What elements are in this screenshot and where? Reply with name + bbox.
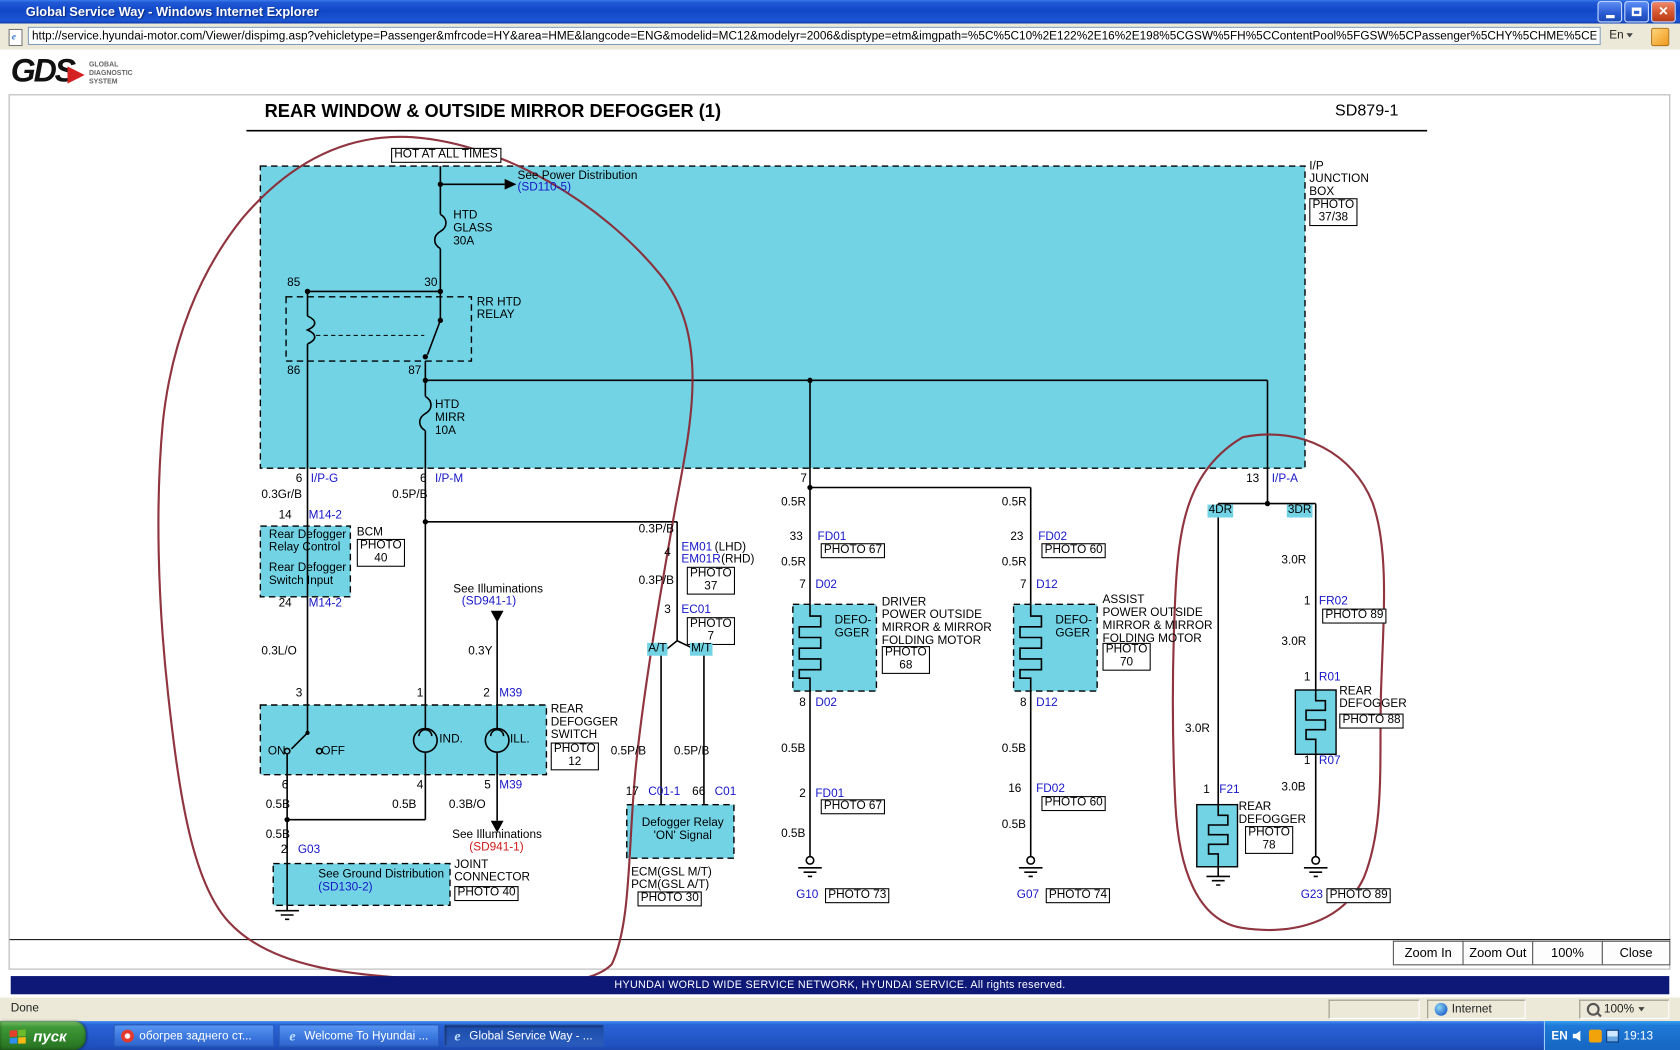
gds-tagline: GLOBAL DIAGNOSTIC SYSTEM: [88, 61, 133, 86]
taskbar-task-welcome[interactable]: Welcome To Hyundai ...: [278, 1024, 440, 1047]
magnifier-icon: [1586, 1002, 1600, 1016]
language-indicator[interactable]: EN: [1551, 1029, 1567, 1042]
window-titlebar: Global Service Way - Windows Internet Ex…: [0, 0, 1680, 24]
taskbar-task-opera[interactable]: обогрев заднего ст...: [113, 1024, 275, 1047]
taskbar: пуск обогрев заднего ст... Welcome To Hy…: [0, 1021, 1680, 1050]
maximize-button[interactable]: [1624, 1, 1649, 23]
zone-label: Internet: [1451, 1002, 1492, 1016]
address-input[interactable]: [27, 26, 1601, 46]
task-label: Global Service Way - ...: [469, 1029, 593, 1042]
chevron-down-icon: [1626, 33, 1634, 38]
page-zoom-control[interactable]: 100%: [1579, 999, 1670, 1019]
zoom-level-button[interactable]: 100%: [1532, 940, 1603, 966]
task-label: обогрев заднего ст...: [139, 1029, 252, 1042]
start-button[interactable]: пуск: [0, 1021, 86, 1050]
status-panel-blank: [1328, 999, 1420, 1019]
footer-banner: HYUNDAI WORLD WIDE SERVICE NETWORK, HYUN…: [10, 976, 1670, 995]
logo-band: GDS GLOBAL DIAGNOSTIC SYSTEM: [0, 49, 1680, 95]
zoom-in-button[interactable]: Zoom In: [1392, 940, 1464, 966]
system-tray: EN 19:13: [1543, 1021, 1680, 1050]
security-zone-panel: Internet: [1427, 999, 1526, 1019]
opera-icon: [121, 1029, 134, 1042]
window-title: Global Service Way - Windows Internet Ex…: [25, 4, 319, 20]
page-favicon-icon: [8, 28, 23, 47]
status-text: Done: [10, 1001, 39, 1015]
links-label: En: [1609, 28, 1624, 42]
shield-icon[interactable]: [1589, 1029, 1603, 1042]
close-button[interactable]: [1651, 1, 1676, 23]
address-bar: En: [0, 23, 1680, 51]
start-label: пуск: [33, 1026, 67, 1045]
network-icon[interactable]: [1606, 1029, 1620, 1042]
gds-logo-text: GDS: [10, 53, 76, 89]
taskbar-task-gsw-active[interactable]: Global Service Way - ...: [443, 1024, 605, 1047]
globe-icon: [1434, 1002, 1448, 1016]
links-dropdown[interactable]: En: [1609, 28, 1634, 42]
address-toolbar-icon[interactable]: [1651, 27, 1670, 47]
viewer-content-frame: [8, 94, 1671, 970]
screen: Global Service Way - Windows Internet Ex…: [0, 0, 1680, 1050]
task-label: Welcome To Hyundai ...: [304, 1029, 429, 1042]
clock[interactable]: 19:13: [1624, 1029, 1653, 1042]
windows-flag-icon: [9, 1029, 26, 1044]
minimize-button[interactable]: [1597, 1, 1623, 23]
zoom-out-button[interactable]: Zoom Out: [1462, 940, 1534, 966]
zoom-value: 100%: [1603, 1002, 1635, 1016]
ie-icon: [286, 1027, 299, 1044]
volume-icon[interactable]: [1572, 1029, 1585, 1042]
gds-logo: GDS GLOBAL DIAGNOSTIC SYSTEM: [11, 54, 133, 90]
chevron-down-icon: [1638, 1007, 1645, 1012]
status-bar: Done Internet 100%: [0, 996, 1680, 1023]
gds-arrow-icon: [67, 66, 85, 84]
close-viewer-button[interactable]: Close: [1601, 940, 1671, 966]
ie-icon: [451, 1027, 464, 1044]
